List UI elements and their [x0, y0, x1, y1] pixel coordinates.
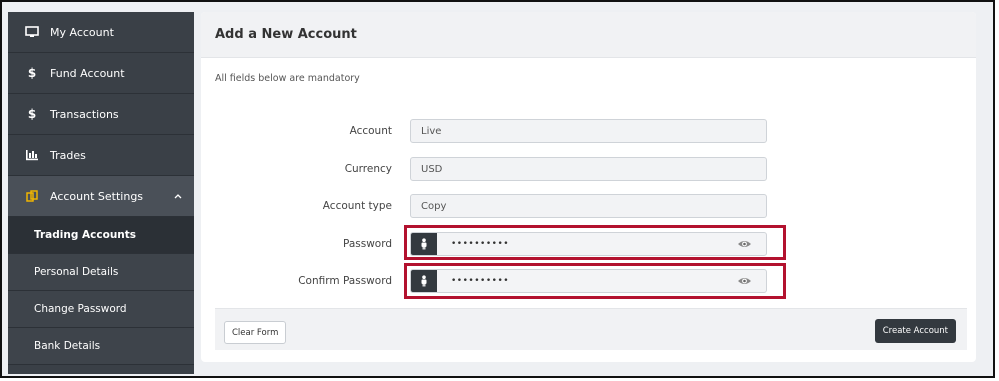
sidebar-subitem-label: Trading Accounts: [34, 229, 137, 241]
dollar-icon: $: [27, 66, 37, 80]
sidebar-item-fund-account[interactable]: $ Fund Account: [8, 53, 194, 94]
password-label: Password: [342, 238, 392, 250]
sidebar-item-label: My Account: [50, 25, 114, 39]
add-account-panel: Add a New Account All fields below are m…: [201, 12, 976, 362]
account-row: Account Live: [201, 119, 976, 143]
sidebar-item-transactions[interactable]: $ Transactions: [8, 94, 194, 135]
account-type-field[interactable]: Copy: [410, 194, 767, 218]
sidebar-subitem-label: Bank Details: [34, 340, 101, 352]
sidebar-item-label: Account Settings: [50, 189, 144, 203]
chevron-up-icon[interactable]: [174, 191, 182, 202]
sidebar-item-label: Transactions: [50, 107, 119, 121]
account-type-row: Account type Copy: [201, 194, 976, 218]
create-account-button[interactable]: Create Account: [874, 319, 956, 343]
clear-form-button[interactable]: Clear Form: [224, 321, 287, 344]
sidebar-item-account-settings[interactable]: Account Settings: [8, 176, 194, 217]
bar-chart-icon: [22, 149, 42, 161]
sidebar-item-label: Trades: [50, 148, 86, 162]
sidebar-subitem-bank-details[interactable]: Bank Details: [8, 328, 194, 365]
account-type-label: Account type: [322, 200, 392, 212]
confirm-password-highlight: [404, 263, 786, 299]
monitor-icon: [22, 26, 42, 38]
currency-row: Currency USD: [201, 157, 976, 181]
settings-icon: [22, 189, 42, 203]
app-frame: My Account $ Fund Account $ Transactions…: [0, 0, 995, 378]
dollar-icon: $: [27, 107, 37, 121]
sidebar-subitem-label: Change Password: [34, 303, 127, 315]
sidebar-subitem-personal-details[interactable]: Personal Details: [8, 254, 194, 291]
sidebar-subitem-trading-accounts[interactable]: Trading Accounts: [8, 217, 194, 254]
sidebar-item-trades[interactable]: Trades: [8, 135, 194, 176]
panel-title: Add a New Account: [201, 12, 976, 58]
sidebar-subitem-change-password[interactable]: Change Password: [8, 291, 194, 328]
currency-label: Currency: [344, 163, 392, 175]
sidebar-item-my-account[interactable]: My Account: [8, 12, 194, 53]
sidebar: My Account $ Fund Account $ Transactions…: [8, 12, 194, 374]
mandatory-note: All fields below are mandatory: [215, 73, 360, 84]
sidebar-subitem-label: Personal Details: [34, 266, 119, 278]
account-field[interactable]: Live: [410, 119, 767, 143]
account-label: Account: [349, 125, 392, 137]
form-footer: Clear Form Create Account: [215, 308, 967, 350]
password-highlight: [404, 225, 786, 260]
sidebar-item-label: Fund Account: [50, 66, 125, 80]
confirm-password-label: Confirm Password: [298, 275, 392, 287]
currency-field[interactable]: USD: [410, 157, 767, 181]
